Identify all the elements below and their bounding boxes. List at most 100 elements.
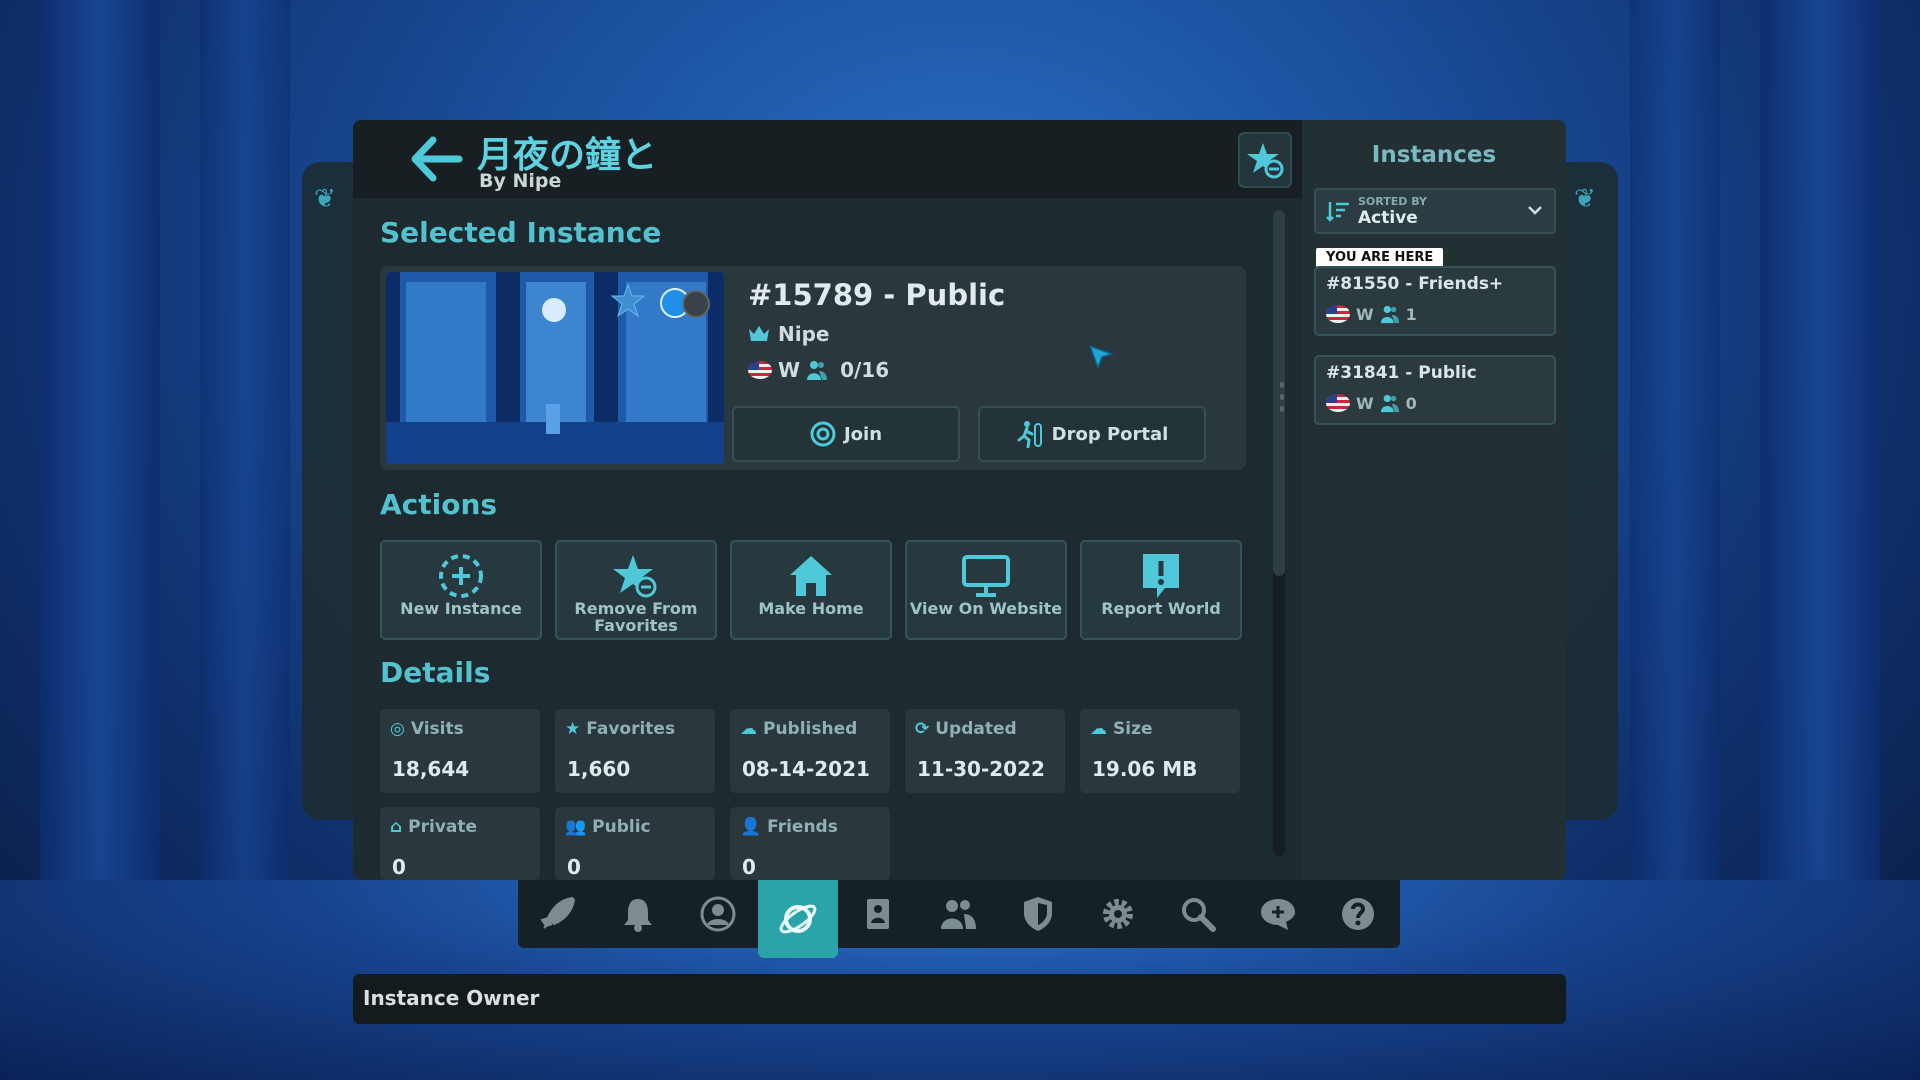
platform-toggle-dot	[682, 290, 710, 318]
instance-meta-row: W 0/16	[748, 358, 889, 382]
instance-list-item[interactable]: #81550 - Friends+ W 1	[1314, 266, 1556, 336]
remove-from-favorites-label: Remove From Favorites	[574, 599, 698, 635]
panel-resize-handle[interactable]	[1280, 382, 1284, 412]
quick-menu-nav	[518, 880, 1400, 958]
detail-size-value: 19.06 MB	[1092, 757, 1198, 781]
group-icon: 👥	[565, 817, 587, 837]
detail-size-key: Size	[1113, 719, 1153, 739]
join-button[interactable]: Join	[732, 406, 960, 462]
instances-title: Instances	[1371, 142, 1497, 168]
instance-item-count: 1	[1405, 304, 1417, 324]
leaf-ornament-right-icon: ❦	[1574, 184, 1596, 214]
world-header: 月夜の鐘と By Nipe	[353, 120, 1302, 198]
instance-item-region: W	[1356, 304, 1374, 324]
actions-heading: Actions	[380, 488, 498, 521]
detail-friends: 👤 Friends 0	[730, 807, 890, 880]
detail-public-key: Public	[592, 817, 651, 837]
detail-visits-key: Visits	[410, 719, 464, 739]
nav-settings[interactable]	[1078, 880, 1158, 948]
instance-item-region: W	[1356, 393, 1374, 413]
detail-size: ☁ Size 19.06 MB	[1080, 709, 1240, 793]
view-on-website-label: View On Website	[909, 599, 1063, 618]
join-swirl-icon	[810, 421, 836, 447]
profile-icon	[700, 896, 736, 932]
remove-favorite-button[interactable]	[1238, 132, 1292, 188]
scrollbar[interactable]	[1273, 210, 1285, 856]
nav-search[interactable]	[1158, 880, 1238, 948]
crown-icon	[749, 326, 769, 341]
world-thumbnail	[386, 272, 724, 464]
nav-help[interactable]	[1318, 880, 1398, 948]
visits-icon: ◎	[390, 719, 405, 739]
star-minus-icon	[613, 555, 657, 598]
social-icon	[941, 900, 976, 929]
instance-owner-row[interactable]: Nipe	[748, 322, 829, 346]
exclamation-icon	[1143, 554, 1179, 598]
chevron-down-icon	[1528, 206, 1542, 215]
favorite-star-icon	[610, 284, 646, 318]
shield-icon	[1024, 897, 1052, 931]
players-icon	[1380, 305, 1399, 324]
detail-published-value: 08-14-2021	[742, 757, 870, 781]
search-icon	[1182, 898, 1216, 932]
monitor-icon	[962, 555, 1010, 597]
nav-worlds[interactable]	[758, 880, 838, 958]
worlds-icon	[779, 904, 817, 934]
players-icon	[1380, 394, 1399, 413]
detail-updated: ⟳ Updated 11-30-2022	[905, 709, 1065, 793]
detail-private-value: 0	[392, 855, 406, 879]
nav-profile[interactable]	[678, 880, 758, 948]
leaf-ornament-left-icon: ❦	[314, 184, 336, 214]
drop-portal-button[interactable]: Drop Portal	[978, 406, 1206, 462]
instance-item-meta: W 1	[1326, 304, 1417, 324]
bell-icon	[624, 899, 652, 932]
instance-item-meta: W 0	[1326, 393, 1417, 413]
sort-icon	[1326, 202, 1349, 222]
sort-dropdown[interactable]: SORTED BY Active	[1314, 188, 1556, 234]
nav-launch[interactable]	[518, 880, 598, 948]
cursor-icon	[1088, 344, 1114, 370]
detail-updated-value: 11-30-2022	[917, 757, 1045, 781]
detail-updated-key: Updated	[935, 719, 1017, 739]
friends-icon: 👤	[740, 817, 762, 837]
detail-favorites-value: 1,660	[567, 757, 631, 781]
view-on-website-button[interactable]: View On Website	[905, 540, 1067, 640]
home-icon	[790, 556, 832, 596]
us-flag-icon	[1326, 305, 1350, 323]
you-are-here-badge: YOU ARE HERE	[1316, 248, 1444, 267]
detail-friends-value: 0	[742, 855, 756, 879]
house-lock-icon: ⌂	[390, 817, 403, 837]
detail-public-value: 0	[567, 855, 581, 879]
dashed-plus-icon	[439, 554, 483, 598]
report-world-button[interactable]: Report World	[1080, 540, 1242, 640]
nav-avatars[interactable]	[838, 880, 918, 948]
nav-social[interactable]	[918, 880, 998, 948]
us-flag-icon	[1326, 394, 1350, 412]
detail-visits: ◎ Visits 18,644	[380, 709, 540, 793]
nav-chat[interactable]	[1238, 880, 1318, 948]
cloud-upload-icon: ☁	[740, 719, 757, 739]
drop-portal-label: Drop Portal	[1051, 423, 1169, 445]
detail-visits-value: 18,644	[392, 757, 470, 781]
selected-instance-name: #15789 - Public	[748, 278, 1006, 312]
world-author: By Nipe	[479, 170, 562, 192]
make-home-button[interactable]: Make Home	[730, 540, 892, 640]
join-label: Join	[843, 423, 883, 445]
instance-item-name: #81550 - Friends+	[1326, 274, 1504, 294]
instance-item-count: 0	[1405, 393, 1417, 413]
nav-safety[interactable]	[998, 880, 1078, 948]
new-instance-button[interactable]: New Instance	[380, 540, 542, 640]
players-icon	[807, 361, 828, 380]
portal-runner-icon	[1017, 421, 1042, 448]
remove-from-favorites-button[interactable]: Remove From Favorites	[555, 540, 717, 640]
star-minus-icon	[1247, 143, 1284, 179]
instance-list-item[interactable]: #31841 - Public W 0	[1314, 355, 1556, 425]
help-icon	[1342, 898, 1374, 930]
back-arrow-icon[interactable]	[409, 134, 465, 184]
cloud-download-icon: ☁	[1090, 719, 1107, 739]
star-icon: ★	[565, 719, 581, 739]
nav-notifications[interactable]	[598, 880, 678, 948]
instance-owner-name: Nipe	[778, 322, 830, 346]
detail-published-key: Published	[763, 719, 858, 739]
make-home-label: Make Home	[758, 599, 864, 618]
